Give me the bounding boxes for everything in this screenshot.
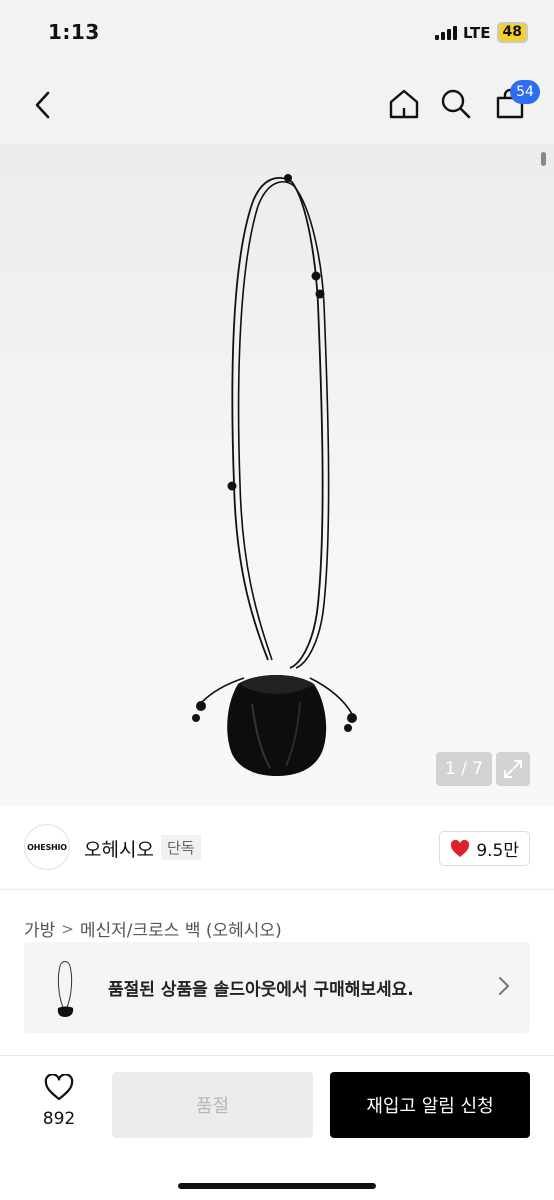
soldout-promo-banner[interactable]: 품절된 상품을 솔드아웃에서 구매해보세요.	[24, 942, 530, 1033]
wishlist-count: 892	[42, 1109, 76, 1129]
chevron-right-icon	[499, 977, 509, 995]
expand-icon	[504, 760, 522, 778]
home-indicator	[178, 1183, 376, 1189]
breadcrumb-subcategory[interactable]: 메신저/크로스 백 (오헤시오)	[80, 916, 282, 941]
brand-logo[interactable]: OHESHIO	[24, 824, 70, 870]
battery-icon: 48	[496, 22, 528, 43]
cart-button[interactable]: 54	[492, 80, 540, 122]
brand-like-button[interactable]: 9.5만	[439, 831, 530, 866]
breadcrumb-category[interactable]: 가방	[24, 916, 55, 941]
brand-row: OHESHIO 오헤시오 단독 9.5만	[0, 806, 554, 890]
expand-image-button[interactable]	[496, 752, 530, 786]
product-thumbnail	[57, 961, 74, 1017]
search-button[interactable]	[438, 86, 474, 122]
top-nav: 54	[0, 66, 554, 144]
wishlist-button[interactable]: 892	[24, 1074, 94, 1138]
chevron-left-icon	[35, 91, 50, 119]
home-button[interactable]	[386, 86, 422, 122]
status-time: 1:13	[48, 20, 100, 44]
restock-alert-button[interactable]: 재입고 알림 신청	[330, 1072, 530, 1138]
network-type: LTE	[462, 23, 491, 42]
breadcrumb-separator: >	[61, 919, 74, 938]
scroll-indicator	[541, 152, 546, 166]
brand-name[interactable]: 오헤시오	[84, 835, 154, 862]
signal-icon	[434, 25, 457, 40]
product-image-gallery[interactable]: 1 / 7	[0, 144, 554, 806]
brand-like-count: 9.5만	[476, 841, 519, 861]
home-icon	[389, 89, 419, 119]
heart-filled-icon	[451, 839, 470, 857]
status-bar: 1:13 LTE 48	[0, 0, 554, 66]
status-indicators: LTE 48	[434, 22, 528, 43]
breadcrumb: 가방 > 메신저/크로스 백 (오헤시오)	[24, 916, 282, 942]
cart-count-badge: 54	[510, 80, 540, 104]
image-page-indicator: 1 / 7	[436, 752, 492, 786]
search-icon	[441, 89, 471, 119]
soldout-banner-text: 품절된 상품을 솔드아웃에서 구매해보세요.	[108, 980, 414, 1000]
exclusive-badge: 단독	[161, 835, 201, 860]
product-image	[192, 174, 357, 776]
soldout-button: 품절	[112, 1072, 313, 1138]
heart-outline-icon	[44, 1074, 74, 1101]
bottom-action-bar: 892 품절 재입고 알림 신청	[0, 1055, 554, 1200]
back-button[interactable]	[28, 88, 56, 122]
